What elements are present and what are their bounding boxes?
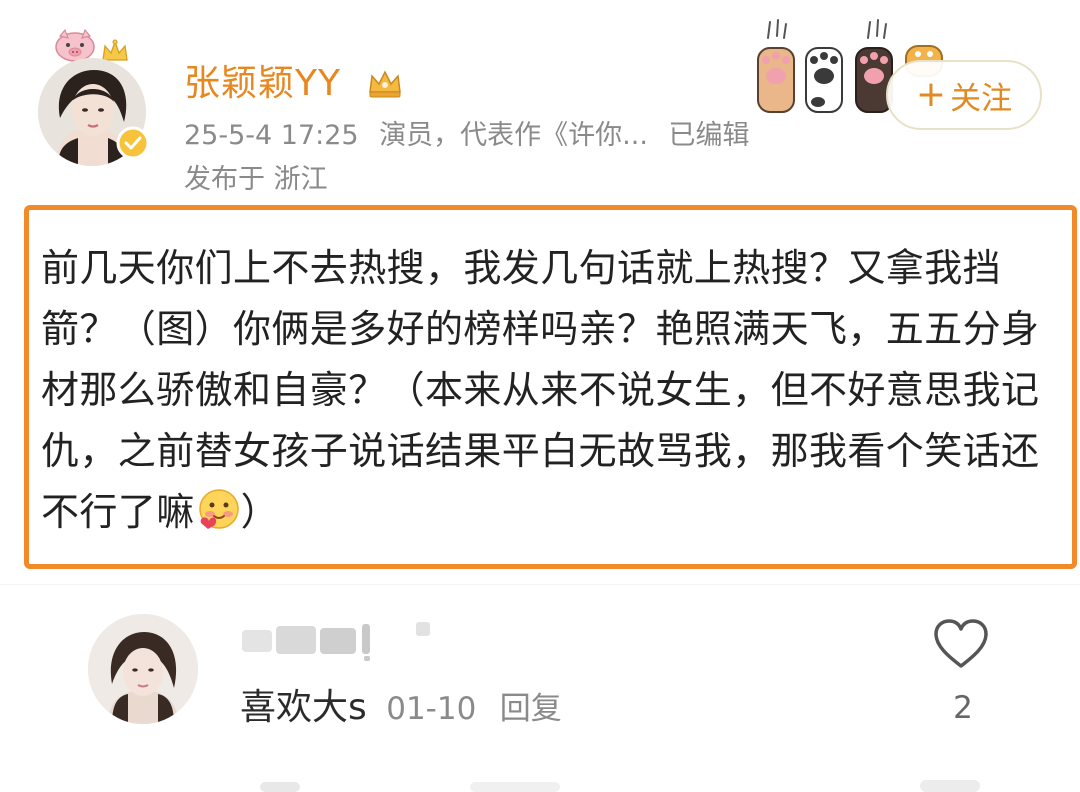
comment-content: 喜欢大s 01-10 回复 xyxy=(240,686,562,731)
follow-button[interactable]: + 关注 xyxy=(886,60,1042,130)
comment-item: 喜欢大s 01-10 回复 2 xyxy=(0,600,1080,740)
blushing-face-icon xyxy=(198,489,239,529)
next-comment-peek xyxy=(260,780,980,792)
follow-label: 关注 xyxy=(950,80,1013,117)
edited-label: 已编辑 xyxy=(668,120,750,151)
commenter-avatar-image xyxy=(88,614,198,724)
post-text[interactable]: 前几天你们上不去热搜，我发几句话就上热搜？又拿我挡箭？（图）你俩是多好的榜样吗亲… xyxy=(41,238,1058,543)
reply-button[interactable]: 回复 xyxy=(500,691,562,727)
post-text-body: 前几天你们上不去热搜，我发几句话就上热搜？又拿我挡箭？（图）你俩是多好的榜样吗亲… xyxy=(41,246,1040,534)
post-header: 张颖颖YY 25-5-4 17:25 演员，代表作《许你... 已编辑 发布于 … xyxy=(0,0,1080,205)
post-content-highlight: 前几天你们上不去热搜，我发几句话就上热搜？又拿我挡箭？（图）你俩是多好的榜样吗亲… xyxy=(24,205,1077,569)
post-meta: 25-5-4 17:25 演员，代表作《许你... 已编辑 xyxy=(184,118,762,154)
divider xyxy=(0,584,1080,585)
comment-body: 喜欢大s xyxy=(240,687,367,728)
plus-icon: + xyxy=(915,74,947,115)
like-count: 2 xyxy=(953,690,973,726)
commenter-avatar[interactable] xyxy=(88,614,198,724)
author-profession: 演员，代表作《许你... xyxy=(379,120,648,151)
post-location: 发布于 浙江 xyxy=(184,164,328,195)
author-name[interactable]: 张颖颖YY xyxy=(184,62,341,106)
vip-crown-icon xyxy=(369,70,401,98)
post-timestamp: 25-5-4 17:25 xyxy=(184,120,359,151)
post-text-closing: ） xyxy=(240,490,280,534)
blurred-username[interactable] xyxy=(240,620,440,662)
verified-badge-icon xyxy=(116,126,150,160)
comment-date: 01-10 xyxy=(386,691,477,727)
pig-sticker-icon xyxy=(55,28,95,62)
heart-icon[interactable] xyxy=(932,618,990,670)
